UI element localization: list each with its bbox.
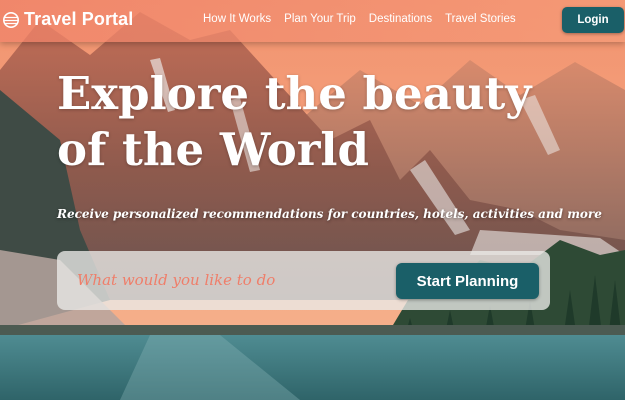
logo-text: Travel Portal [24, 9, 134, 29]
nav-travel-stories[interactable]: Travel Stories [445, 13, 516, 25]
hero-section: Travel Portal How It Works Plan Your Tri… [0, 0, 625, 400]
headline-line-1: Explore the beauty [57, 67, 532, 120]
globe-icon [2, 11, 20, 29]
nav-how-it-works[interactable]: How It Works [203, 13, 271, 25]
login-button[interactable]: Login [562, 7, 624, 33]
top-navbar: Travel Portal How It Works Plan Your Tri… [0, 0, 625, 42]
nav-destinations[interactable]: Destinations [369, 13, 432, 25]
mountain-lake-background-image [0, 0, 625, 400]
start-planning-button[interactable]: Start Planning [396, 263, 539, 299]
hero-subtitle: Receive personalized recommendations for… [57, 207, 602, 221]
search-panel: Start Planning [57, 251, 550, 310]
hero-headline: Explore the beauty of the World [57, 66, 531, 178]
headline-line-2: of the World [57, 123, 369, 176]
logo[interactable]: Travel Portal [2, 9, 133, 30]
search-input[interactable] [77, 263, 377, 297]
main-nav: How It Works Plan Your Trip Destinations… [203, 13, 529, 25]
nav-plan-your-trip[interactable]: Plan Your Trip [284, 13, 356, 25]
